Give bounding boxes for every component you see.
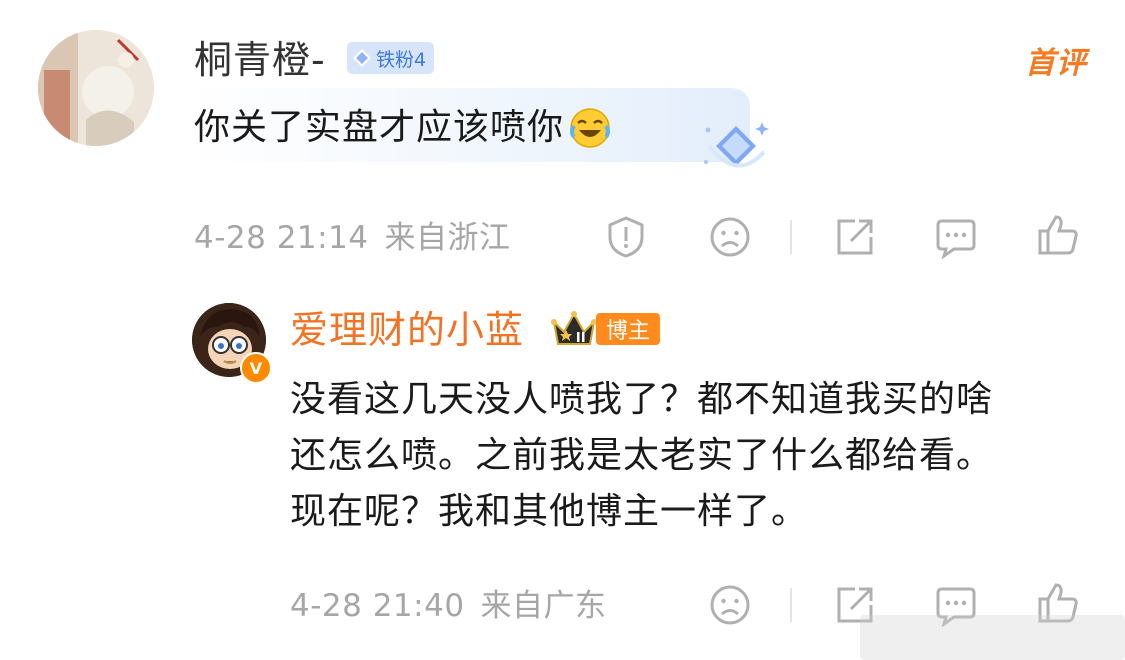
comment-meta: 4-28 21:14 来自浙江 [194, 218, 511, 258]
reply-text-line: 还怎么喷。之前我是太老实了什么都给看。 [290, 435, 994, 476]
verified-badge: V [240, 352, 272, 384]
commenter-username[interactable]: 桐青橙- [194, 34, 326, 86]
reply-date: 4-28 21:40 [290, 588, 465, 624]
comment-icon[interactable] [934, 215, 978, 259]
like-icon[interactable] [1036, 213, 1080, 257]
replier-username[interactable]: 爱理财的小蓝 [290, 305, 524, 355]
comment-date: 4-28 21:14 [194, 220, 369, 256]
comment-location: 来自浙江 [384, 220, 511, 256]
reply-text-line: 现在呢？我和其他博主一样了。 [290, 491, 809, 532]
reply-text-line: 没看这几天没人喷我了？都不知道我买的啥 [290, 379, 994, 420]
fan-level-badge: 铁粉4 [347, 42, 435, 74]
fan-badge-label: 铁粉4 [376, 48, 427, 71]
laugh-cry-emoji-icon [570, 108, 611, 148]
commenter-avatar[interactable] [38, 30, 154, 146]
watermark-overlay [860, 615, 1125, 660]
action-divider [790, 220, 792, 254]
dislike-icon[interactable] [708, 583, 752, 627]
diamond-decoration-icon [704, 122, 769, 168]
action-divider [790, 588, 792, 622]
blogger-badge: 博主 [596, 313, 661, 345]
reply-text: 没看这几天没人喷我了？都不知道我买的啥 还怎么喷。之前我是太老实了什么都给看。 … [290, 372, 1100, 540]
report-icon[interactable] [604, 215, 648, 259]
share-icon[interactable] [833, 215, 877, 259]
comment-text: 你关了实盘才应该喷你 [194, 104, 612, 152]
reply-meta: 4-28 21:40 来自广东 [290, 586, 607, 626]
diamond-icon [353, 49, 371, 67]
comment-text-body: 你关了实盘才应该喷你 [194, 107, 565, 148]
first-comment-badge: 首评 [1025, 46, 1087, 81]
dislike-icon[interactable] [708, 215, 752, 259]
reply-location: 来自广东 [480, 588, 607, 624]
crown-icon [551, 311, 597, 345]
